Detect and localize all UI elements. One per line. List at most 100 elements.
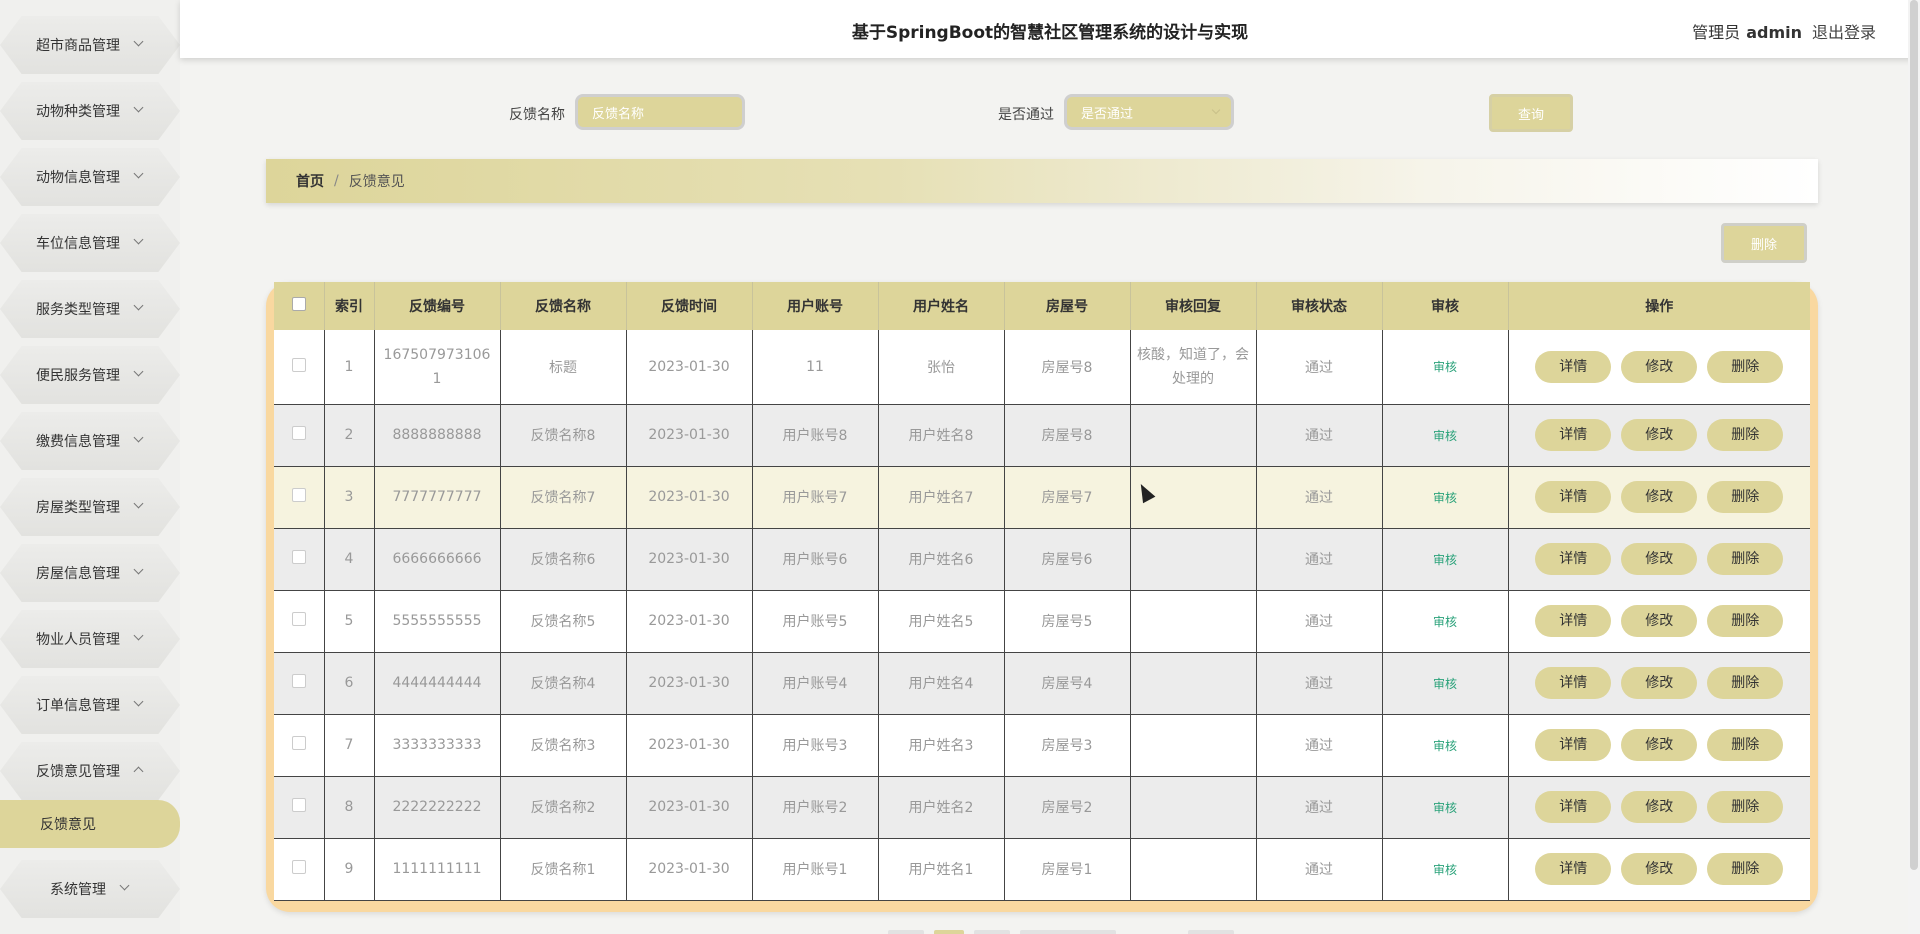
table-row: 9 1111111111 反馈名称1 2023-01-30 用户账号1 用户姓名1 房屋号1… bbox=[274, 838, 1810, 901]
delete-button[interactable]: 删除 bbox=[1707, 543, 1784, 575]
sidebar-item-feedback[interactable]: 反馈意见管理 bbox=[0, 738, 180, 804]
sidebar-item-orders[interactable]: 订单信息管理 bbox=[0, 672, 180, 738]
detail-button[interactable]: 详情 bbox=[1535, 729, 1612, 761]
detail-button[interactable]: 详情 bbox=[1535, 419, 1612, 451]
select-all-checkbox[interactable] bbox=[291, 297, 306, 311]
row-checkbox[interactable] bbox=[291, 798, 306, 812]
sidebar-item-system[interactable]: 系统管理 bbox=[0, 856, 180, 922]
sidebar-item-animal-types[interactable]: 动物种类管理 bbox=[0, 78, 180, 144]
detail-button[interactable]: 详情 bbox=[1535, 667, 1612, 699]
sidebar-item-house-types[interactable]: 房屋类型管理 bbox=[0, 474, 180, 540]
delete-button[interactable]: 删除 bbox=[1707, 350, 1784, 383]
sidebar-item-supermarket-goods[interactable]: 超市商品管理 bbox=[0, 12, 180, 78]
table-row: 1 1675079731061 标题 2023-01-30 11 张怡 房屋号8 核酸，知道了… bbox=[274, 330, 1810, 405]
cell-reply bbox=[1130, 838, 1257, 901]
cell-name: 反馈名称2 bbox=[500, 776, 627, 839]
cell-name: 反馈名称6 bbox=[500, 528, 627, 591]
detail-button[interactable]: 详情 bbox=[1535, 350, 1612, 383]
edit-button[interactable]: 修改 bbox=[1621, 791, 1698, 823]
detail-button[interactable]: 详情 bbox=[1535, 481, 1612, 513]
row-checkbox[interactable] bbox=[291, 550, 306, 564]
edit-button[interactable]: 修改 bbox=[1621, 729, 1698, 761]
pagination-prev[interactable] bbox=[888, 930, 924, 934]
edit-button[interactable]: 修改 bbox=[1621, 543, 1698, 575]
edit-button[interactable]: 修改 bbox=[1621, 481, 1698, 513]
audit-link[interactable]: 审核 bbox=[1433, 553, 1457, 567]
audit-link[interactable]: 审核 bbox=[1433, 491, 1457, 505]
logout-link[interactable]: 退出登录 bbox=[1812, 23, 1876, 42]
audit-link[interactable]: 审核 bbox=[1433, 360, 1457, 374]
audit-link[interactable]: 审核 bbox=[1433, 739, 1457, 753]
row-checkbox[interactable] bbox=[291, 736, 306, 750]
pass-status-select[interactable]: 是否通过 bbox=[1064, 94, 1234, 130]
delete-button[interactable]: 删除 bbox=[1707, 605, 1784, 637]
delete-button[interactable]: 删除 bbox=[1707, 853, 1784, 885]
detail-button[interactable]: 详情 bbox=[1535, 791, 1612, 823]
table-row: 2 8888888888 反馈名称8 2023-01-30 用户账号8 用户姓名8 房屋号8… bbox=[274, 404, 1810, 467]
delete-button[interactable]: 删除 bbox=[1707, 667, 1784, 699]
cell-house: 房屋号8 bbox=[1004, 404, 1131, 467]
cell-reply bbox=[1130, 404, 1257, 467]
detail-button[interactable]: 详情 bbox=[1535, 543, 1612, 575]
delete-button[interactable]: 删除 bbox=[1707, 481, 1784, 513]
chevron-down-icon bbox=[134, 172, 144, 182]
detail-button[interactable]: 详情 bbox=[1535, 605, 1612, 637]
row-checkbox[interactable] bbox=[291, 674, 306, 688]
edit-button[interactable]: 修改 bbox=[1621, 667, 1698, 699]
pagination-size-select[interactable] bbox=[1020, 930, 1116, 934]
audit-cell: 审核 bbox=[1382, 466, 1509, 529]
row-checkbox[interactable] bbox=[291, 357, 306, 372]
operations-cell: 详情 修改 删除 bbox=[1508, 776, 1810, 839]
breadcrumb-home[interactable]: 首页 bbox=[296, 171, 324, 191]
page-scrollbar[interactable] bbox=[1908, 0, 1920, 934]
delete-button[interactable]: 删除 bbox=[1707, 729, 1784, 761]
sidebar-subitem-feedback[interactable]: 反馈意见 bbox=[0, 800, 180, 848]
feedback-name-input[interactable]: 反馈名称 bbox=[575, 94, 745, 130]
sidebar-item-house-info[interactable]: 房屋信息管理 bbox=[0, 540, 180, 606]
cell-name: 反馈名称1 bbox=[500, 838, 627, 901]
sidebar-item-parking[interactable]: 车位信息管理 bbox=[0, 210, 180, 276]
batch-delete-button[interactable]: 删除 bbox=[1721, 223, 1807, 263]
cell-user: 用户姓名8 bbox=[878, 404, 1005, 467]
edit-button[interactable]: 修改 bbox=[1621, 853, 1698, 885]
pagination-next[interactable] bbox=[974, 930, 1010, 934]
scrollbar-thumb[interactable] bbox=[1910, 0, 1918, 870]
edit-button[interactable]: 修改 bbox=[1621, 419, 1698, 451]
audit-link[interactable]: 审核 bbox=[1433, 677, 1457, 691]
audit-link[interactable]: 审核 bbox=[1433, 801, 1457, 815]
audit-link[interactable]: 审核 bbox=[1433, 615, 1457, 629]
row-checkbox[interactable] bbox=[291, 488, 306, 502]
sidebar-item-property-staff[interactable]: 物业人员管理 bbox=[0, 606, 180, 672]
audit-link[interactable]: 审核 bbox=[1433, 429, 1457, 443]
row-checkbox[interactable] bbox=[291, 426, 306, 440]
chevron-down-icon bbox=[134, 502, 144, 512]
sidebar-item-service-types[interactable]: 服务类型管理 bbox=[0, 276, 180, 342]
cell-house: 房屋号1 bbox=[1004, 838, 1131, 901]
cell-account: 用户账号7 bbox=[752, 466, 879, 529]
audit-cell: 审核 bbox=[1382, 404, 1509, 467]
detail-button[interactable]: 详情 bbox=[1535, 853, 1612, 885]
pagination-jump-input[interactable] bbox=[1188, 930, 1234, 934]
audit-link[interactable]: 审核 bbox=[1433, 863, 1457, 877]
edit-button[interactable]: 修改 bbox=[1621, 350, 1698, 383]
audit-cell: 审核 bbox=[1382, 714, 1509, 777]
edit-button[interactable]: 修改 bbox=[1621, 605, 1698, 637]
pagination-current-page[interactable] bbox=[934, 930, 964, 934]
table-row: 4 6666666666 反馈名称6 2023-01-30 用户账号6 用户姓名6 房屋号6… bbox=[274, 528, 1810, 591]
sidebar-item-animal-info[interactable]: 动物信息管理 bbox=[0, 144, 180, 210]
cell-code: 4444444444 bbox=[374, 652, 501, 715]
cell-house: 房屋号7 bbox=[1004, 466, 1131, 529]
sidebar-item-payments[interactable]: 缴费信息管理 bbox=[0, 408, 180, 474]
breadcrumb: 首页 / 反馈意见 bbox=[266, 159, 1818, 203]
delete-button[interactable]: 删除 bbox=[1707, 791, 1784, 823]
feedback-table-container: 索引 反馈编号 反馈名称 反馈时间 用户账号 用户姓名 房屋号 审核回复 审核状… bbox=[266, 282, 1818, 912]
delete-button[interactable]: 删除 bbox=[1707, 419, 1784, 451]
audit-cell: 审核 bbox=[1382, 330, 1509, 405]
sidebar-item-convenience-service[interactable]: 便民服务管理 bbox=[0, 342, 180, 408]
row-checkbox[interactable] bbox=[291, 612, 306, 626]
query-button[interactable]: 查询 bbox=[1489, 94, 1573, 132]
cell-account: 用户账号3 bbox=[752, 714, 879, 777]
row-checkbox[interactable] bbox=[291, 860, 306, 874]
column-header: 房屋号 bbox=[1004, 282, 1131, 330]
cell-user: 用户姓名1 bbox=[878, 838, 1005, 901]
